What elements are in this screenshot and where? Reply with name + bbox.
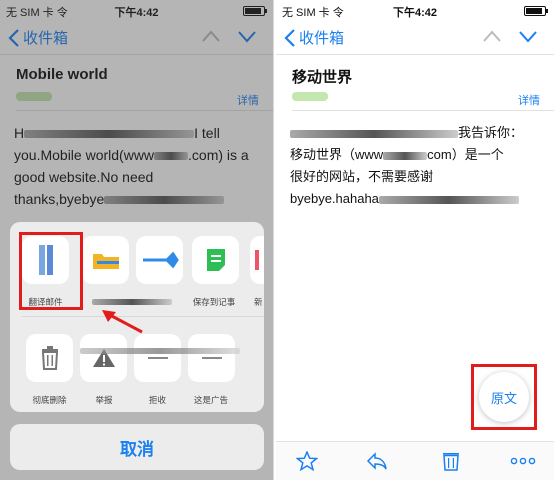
back-label: 收件箱 [299, 30, 345, 47]
body-line2-start: 移动世界（www [290, 147, 384, 162]
body-line4: byebye.hahaha [290, 191, 379, 206]
partial-label: 新 [254, 297, 263, 307]
back-button[interactable]: 收件箱 [284, 27, 344, 48]
chevron-down-icon[interactable] [518, 29, 538, 43]
redacted-overlay [80, 342, 260, 354]
redacted-label [82, 296, 182, 305]
highlight-original [471, 364, 537, 430]
star-icon[interactable] [296, 451, 318, 471]
status-bar: 无 SIM 卡 令 下午4:42 [276, 0, 554, 20]
save-note-label: 保存到记事 [192, 297, 236, 307]
delete-tile[interactable] [26, 334, 73, 382]
mail-body: 我告诉你： 移动世界（www com）是一个 很好的网站，不需要感谢 byebye… [290, 122, 544, 210]
trash-icon [41, 346, 58, 370]
move-folder-tile[interactable] [82, 236, 129, 284]
nav-bar: 收件箱 [276, 20, 554, 55]
bottom-toolbar [276, 441, 554, 480]
right-screenshot: 无 SIM 卡 令 下午4:42 收件箱 移动世界 详情 我告诉你： 移动世界（… [276, 0, 554, 480]
sender-redacted [292, 92, 328, 101]
ad-label: 这是广告 [193, 395, 228, 405]
details-link[interactable]: 详情 [518, 92, 540, 108]
partial-icon [255, 250, 259, 270]
reply-icon[interactable] [366, 451, 388, 471]
reject-label: 拒收 [148, 395, 166, 405]
body-line3: 很好的网站，不需要感谢 [290, 169, 434, 184]
highlight-translate [19, 232, 83, 310]
redacted-text [378, 195, 519, 204]
report-label: 举报 [95, 395, 113, 405]
save-note-tile[interactable] [192, 236, 239, 284]
more-icon[interactable] [510, 451, 536, 471]
chevron-left-icon [284, 28, 295, 47]
block-icon [147, 357, 168, 359]
header-divider [292, 110, 554, 111]
cancel-button[interactable]: 取消 [10, 424, 264, 470]
body-line1-end: 我告诉你： [458, 125, 524, 140]
redacted-text [383, 151, 428, 160]
battery-icon [524, 6, 548, 16]
folder-icon [92, 254, 119, 269]
arrow-icon [102, 310, 143, 334]
chevron-up-icon[interactable] [482, 29, 502, 43]
status-time: 下午4:42 [392, 7, 438, 19]
body-line2-end: com）是一个 [427, 147, 504, 162]
tag-tile[interactable] [136, 236, 183, 284]
trash-icon[interactable] [440, 451, 462, 471]
ad-icon [201, 357, 222, 359]
partial-tile[interactable] [250, 236, 264, 284]
mail-subject: 移动世界 [292, 69, 353, 86]
blue-tag-icon [142, 251, 179, 269]
note-icon [206, 249, 225, 271]
redacted-text [290, 129, 458, 138]
delete-label: 彻底删除 [32, 395, 67, 405]
left-screenshot: 无 SIM 卡 令 下午4:42 收件箱 Mobile world 详情 HI … [0, 0, 274, 480]
